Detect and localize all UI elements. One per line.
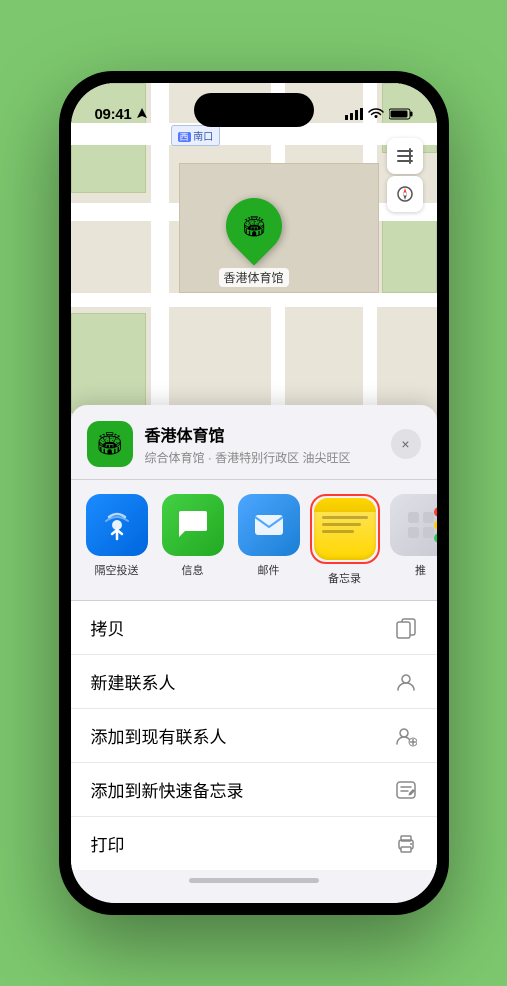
- pin-label: 香港体育馆: [218, 268, 288, 287]
- map-type-button[interactable]: [387, 138, 423, 174]
- close-icon: ×: [401, 436, 409, 452]
- venue-subtitle: 综合体育馆 · 香港特别行政区 油尖旺区: [145, 449, 391, 466]
- wifi-icon: [368, 108, 384, 120]
- action-print[interactable]: 打印: [71, 817, 437, 870]
- dot-green: [434, 533, 437, 543]
- location-arrow-icon: [137, 108, 147, 120]
- map-road-h3: [71, 293, 437, 307]
- signal-icon: [345, 108, 363, 120]
- notes-lines: [314, 512, 376, 537]
- messages-icon-wrap: [162, 494, 224, 556]
- notes-icon-wrap: [314, 498, 376, 560]
- map-green-4: [382, 213, 437, 293]
- dot-yellow: [434, 520, 437, 530]
- venue-icon: 🏟: [87, 421, 133, 467]
- mail-icon-wrap: [238, 494, 300, 556]
- quick-note-icon: [395, 779, 417, 801]
- action-list: 拷贝 新建联系人 添加到现有联系人: [71, 601, 437, 870]
- pin-circle: 🏟: [214, 186, 293, 265]
- venue-info: 香港体育馆 综合体育馆 · 香港特别行政区 油尖旺区: [145, 422, 391, 466]
- share-messages[interactable]: 信息: [159, 494, 227, 586]
- more-label: 推: [415, 562, 426, 578]
- map-green-2: [71, 313, 146, 413]
- dot-red: [434, 507, 437, 517]
- bottom-sheet: 🏟 香港体育馆 综合体育馆 · 香港特别行政区 油尖旺区 ×: [71, 405, 437, 903]
- home-indicator: [189, 878, 319, 883]
- more-dots: [434, 507, 437, 543]
- share-notes[interactable]: 备忘录: [311, 494, 379, 586]
- more-icon-wrap: [390, 494, 437, 556]
- share-mail[interactable]: 邮件: [235, 494, 303, 586]
- notes-line-1: [322, 516, 368, 519]
- action-copy-label: 拷贝: [91, 615, 125, 640]
- phone-frame: 09:41: [59, 71, 449, 915]
- airdrop-icon: [101, 509, 133, 541]
- more-apps-icon: [403, 507, 437, 543]
- mail-icon: [251, 507, 287, 543]
- battery-icon: [389, 108, 413, 120]
- action-new-contact[interactable]: 新建联系人: [71, 655, 437, 709]
- print-icon: [395, 833, 417, 855]
- mail-label: 邮件: [258, 562, 280, 578]
- map-label-text: 南口: [193, 132, 213, 143]
- share-more[interactable]: 推: [387, 494, 437, 586]
- action-new-contact-label: 新建联系人: [91, 669, 176, 694]
- action-copy[interactable]: 拷贝: [71, 601, 437, 655]
- venue-header: 🏟 香港体育馆 综合体育馆 · 香港特别行政区 油尖旺区 ×: [71, 405, 437, 480]
- location-button[interactable]: [387, 176, 423, 212]
- add-contact-icon: [395, 725, 417, 747]
- share-airdrop[interactable]: 隔空投送: [83, 494, 151, 586]
- pin-stadium-icon: 🏟: [241, 214, 266, 239]
- phone-screen: 09:41: [71, 83, 437, 903]
- compass-icon: [396, 185, 414, 203]
- notes-top-bar: [314, 498, 376, 512]
- airdrop-icon-wrap: [86, 494, 148, 556]
- action-add-existing[interactable]: 添加到现有联系人: [71, 709, 437, 763]
- dynamic-island: [194, 93, 314, 127]
- status-icons: [345, 108, 413, 120]
- notes-line-3: [322, 530, 354, 533]
- airdrop-label: 隔空投送: [95, 562, 139, 578]
- map-controls: [387, 138, 423, 212]
- action-quick-note[interactable]: 添加到新快速备忘录: [71, 763, 437, 817]
- notes-label: 备忘录: [328, 570, 361, 586]
- map-layers-icon: [395, 146, 415, 166]
- share-row: 隔空投送 信息: [71, 480, 437, 601]
- close-button[interactable]: ×: [391, 429, 421, 459]
- new-contact-icon: [395, 671, 417, 693]
- messages-icon: [175, 507, 211, 543]
- venue-name: 香港体育馆: [145, 422, 391, 446]
- messages-label: 信息: [182, 562, 204, 578]
- action-quick-note-label: 添加到新快速备忘录: [91, 777, 244, 802]
- location-pin: 🏟 香港体育馆: [218, 198, 288, 287]
- action-add-existing-label: 添加到现有联系人: [91, 723, 227, 748]
- notes-line-2: [322, 523, 361, 526]
- map-label-prefix: 西: [178, 132, 191, 142]
- notes-highlight-border: [310, 494, 380, 564]
- action-print-label: 打印: [91, 831, 125, 856]
- copy-icon: [395, 617, 417, 639]
- status-time: 09:41: [95, 106, 132, 123]
